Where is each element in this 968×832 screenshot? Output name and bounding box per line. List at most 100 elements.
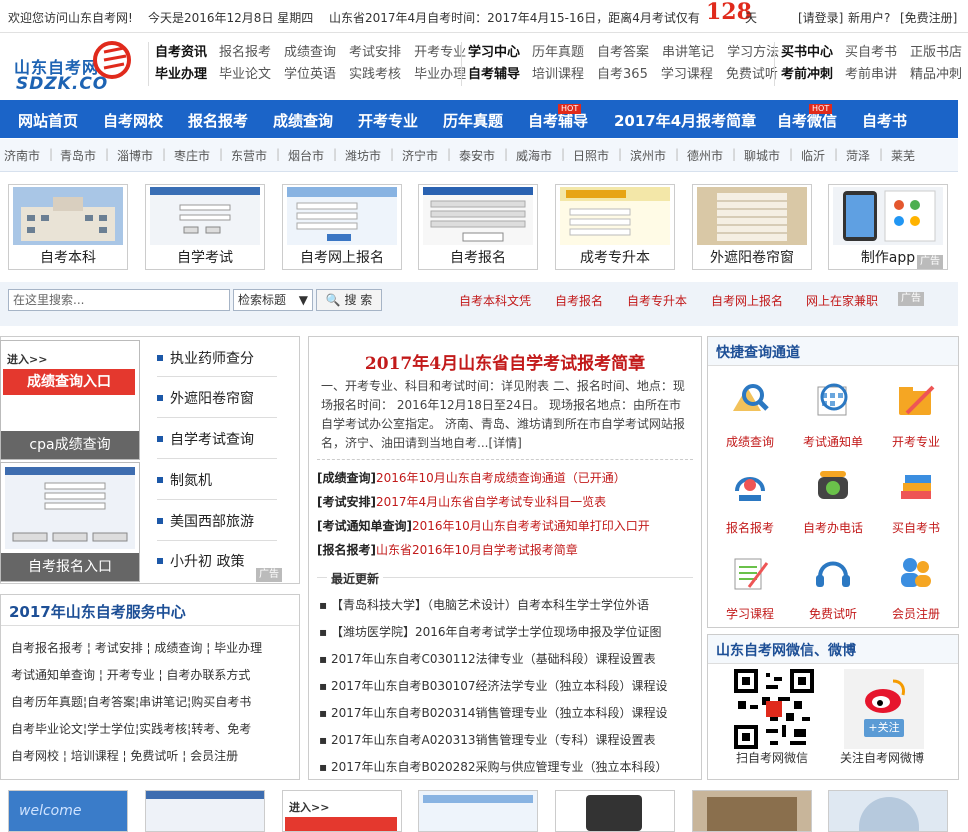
header-link[interactable]: 精品冲刺	[910, 64, 962, 86]
ad-list-link[interactable]: 美国西部旅游	[170, 511, 254, 531]
header-link[interactable]: 学习中心	[468, 42, 520, 64]
header-link[interactable]: 学位英语	[284, 64, 336, 86]
quick-link-phone[interactable]: 自考办电话	[797, 461, 869, 537]
service-link[interactable]: 自考答案	[87, 695, 135, 709]
quick-link-books[interactable]: 买自考书	[880, 461, 952, 537]
service-link[interactable]: 会员注册	[190, 749, 238, 763]
bottom-thumb[interactable]: 进入>>	[282, 790, 402, 832]
nav-item-school[interactable]: 自考网校	[103, 110, 163, 131]
quick-link-notice[interactable]: 考试通知单	[797, 375, 869, 451]
highlight-item[interactable]: [报名报考]山东省2016年10月自学考试报考简章	[317, 541, 578, 558]
news-item[interactable]: ▪ 2017年山东自考B020282采购与供应管理专业（独立本科段）	[319, 758, 668, 775]
service-link[interactable]: 免费试听	[130, 749, 178, 763]
header-link[interactable]: 免费试听	[726, 64, 778, 86]
ad-list-link[interactable]: 外遮阳卷帘窗	[170, 388, 254, 408]
city-link[interactable]: 枣庄市	[174, 147, 210, 164]
score-query-ad[interactable]: 进入>> 成绩查询入口 cpa成绩查询	[0, 340, 140, 460]
nav-item-majors[interactable]: 开考专业	[358, 110, 418, 131]
site-logo[interactable]: 山东自考网 SDZK.CO	[12, 38, 136, 96]
header-link[interactable]: 自考辅导	[468, 64, 520, 86]
city-link[interactable]: 菏泽	[846, 147, 870, 164]
service-link[interactable]: 自考网校	[11, 749, 59, 763]
nav-item-wechat[interactable]: 自考微信 HOT	[777, 104, 837, 131]
service-link[interactable]: 自考历年真题	[11, 695, 83, 709]
news-item[interactable]: ▪ 2017年山东自考A020313销售管理专业（专科）课程设置表	[319, 731, 656, 748]
city-link[interactable]: 济宁市	[402, 147, 438, 164]
thumb-card[interactable]: 外遮阳卷帘窗	[692, 184, 812, 270]
weibo-badge[interactable]: +关注	[844, 669, 924, 749]
search-quick-link[interactable]: 自考网上报名	[711, 292, 783, 309]
nav-item-books[interactable]: 自考书	[862, 110, 907, 131]
search-button[interactable]: 🔍 搜 索	[316, 289, 382, 311]
ad-list-link[interactable]: 小升初 政策	[170, 551, 244, 571]
service-link[interactable]: 自考毕业论文	[11, 722, 83, 736]
ad-list-link[interactable]: 自学考试查询	[170, 429, 254, 449]
service-link[interactable]: 成绩查询	[154, 641, 202, 655]
ad-list-link[interactable]: 制氮机	[170, 470, 212, 490]
thumb-card[interactable]: 自考报名	[418, 184, 538, 270]
nav-item-signup[interactable]: 报名报考	[188, 110, 248, 131]
header-link[interactable]: 报名报考	[219, 42, 271, 64]
news-item[interactable]: ▪ 【潍坊医学院】2016年自考考试学士学位现场申报及学位证图	[319, 623, 662, 640]
bottom-thumb[interactable]: welcome	[8, 790, 128, 832]
header-link[interactable]: 串讲笔记	[662, 42, 714, 64]
quick-link-trial[interactable]: 免费试听	[797, 547, 869, 623]
header-link[interactable]: 培训课程	[532, 64, 584, 86]
nav-item-home[interactable]: 网站首页	[18, 110, 78, 131]
header-link[interactable]: 实践考核	[349, 64, 401, 86]
ad-list-link[interactable]: 执业药师查分	[170, 348, 254, 368]
news-item[interactable]: ▪ 2017年山东自考C030112法律专业（基础科段）课程设置表	[319, 650, 656, 667]
header-link[interactable]: 历年真题	[532, 42, 584, 64]
service-link[interactable]: 培训课程	[71, 749, 119, 763]
quick-link-signup[interactable]: 报名报考	[714, 461, 786, 537]
thumb-card[interactable]: 自学考试	[145, 184, 265, 270]
signup-entry-ad[interactable]: 自考报名入口	[0, 462, 140, 582]
thumb-card[interactable]: 自考本科	[8, 184, 128, 270]
header-link[interactable]: 买自考书	[845, 42, 897, 64]
bottom-thumb[interactable]	[692, 790, 812, 832]
quick-link-courses[interactable]: 学习课程	[714, 547, 786, 623]
city-link[interactable]: 滨州市	[630, 147, 666, 164]
header-link[interactable]: 买书中心	[781, 42, 833, 64]
header-link[interactable]: 考试安排	[349, 42, 401, 64]
service-link[interactable]: 考试安排	[95, 641, 143, 655]
service-link[interactable]: 自考办联系方式	[166, 668, 250, 682]
service-link[interactable]: 实践考核	[139, 722, 187, 736]
nav-item-scores[interactable]: 成绩查询	[273, 110, 333, 131]
city-link[interactable]: 东营市	[231, 147, 267, 164]
news-item[interactable]: ▪ 【青岛科技大学】（电脑艺术设计）自考本科生学士学位外语	[319, 596, 649, 613]
headline-title[interactable]: 2017年4月山东省自学考试报考简章	[309, 349, 701, 374]
city-link[interactable]: 威海市	[516, 147, 552, 164]
service-link[interactable]: 自考报名报考	[11, 641, 83, 655]
bottom-thumb[interactable]	[555, 790, 675, 832]
bottom-thumb[interactable]	[145, 790, 265, 832]
city-link[interactable]: 青岛市	[60, 147, 96, 164]
news-item[interactable]: ▪ 2017年山东自考B030107经济法学专业（独立本科段）课程设	[319, 677, 668, 694]
service-link[interactable]: 购买自考书	[191, 695, 251, 709]
header-link[interactable]: 自考资讯	[155, 42, 207, 64]
header-link[interactable]: 开考专业	[414, 42, 466, 64]
thumb-card[interactable]: 成考专升本	[555, 184, 675, 270]
service-link[interactable]: 学士学位	[87, 722, 135, 736]
service-link[interactable]: 串讲笔记	[139, 695, 187, 709]
service-link[interactable]: 转考、免考	[191, 722, 251, 736]
header-link[interactable]: 考前串讲	[845, 64, 897, 86]
city-link[interactable]: 聊城市	[744, 147, 780, 164]
header-link[interactable]: 自考365	[597, 64, 648, 86]
header-link[interactable]: 毕业办理	[155, 64, 207, 86]
search-quick-link[interactable]: 网上在家兼职	[806, 292, 878, 309]
header-link[interactable]: 学习课程	[661, 64, 713, 86]
nav-item-tutoring[interactable]: 自考辅导 HOT	[528, 104, 588, 131]
thumb-card[interactable]: 制作app 广告	[828, 184, 948, 270]
header-link[interactable]: 毕业办理	[414, 64, 466, 86]
register-link[interactable]: [免费注册]	[900, 9, 957, 26]
header-link[interactable]: 正版书店	[910, 42, 962, 64]
city-link[interactable]: 泰安市	[459, 147, 495, 164]
city-link[interactable]: 淄博市	[117, 147, 153, 164]
highlight-item[interactable]: [考试通知单查询]2016年10月山东自考考试通知单打印入口开	[317, 517, 650, 534]
city-link[interactable]: 烟台市	[288, 147, 324, 164]
city-link[interactable]: 莱芜	[891, 147, 915, 164]
city-link[interactable]: 潍坊市	[345, 147, 381, 164]
nav-item-guide[interactable]: 2017年4月报考简章	[614, 110, 756, 131]
service-link[interactable]: 毕业办理	[214, 641, 262, 655]
